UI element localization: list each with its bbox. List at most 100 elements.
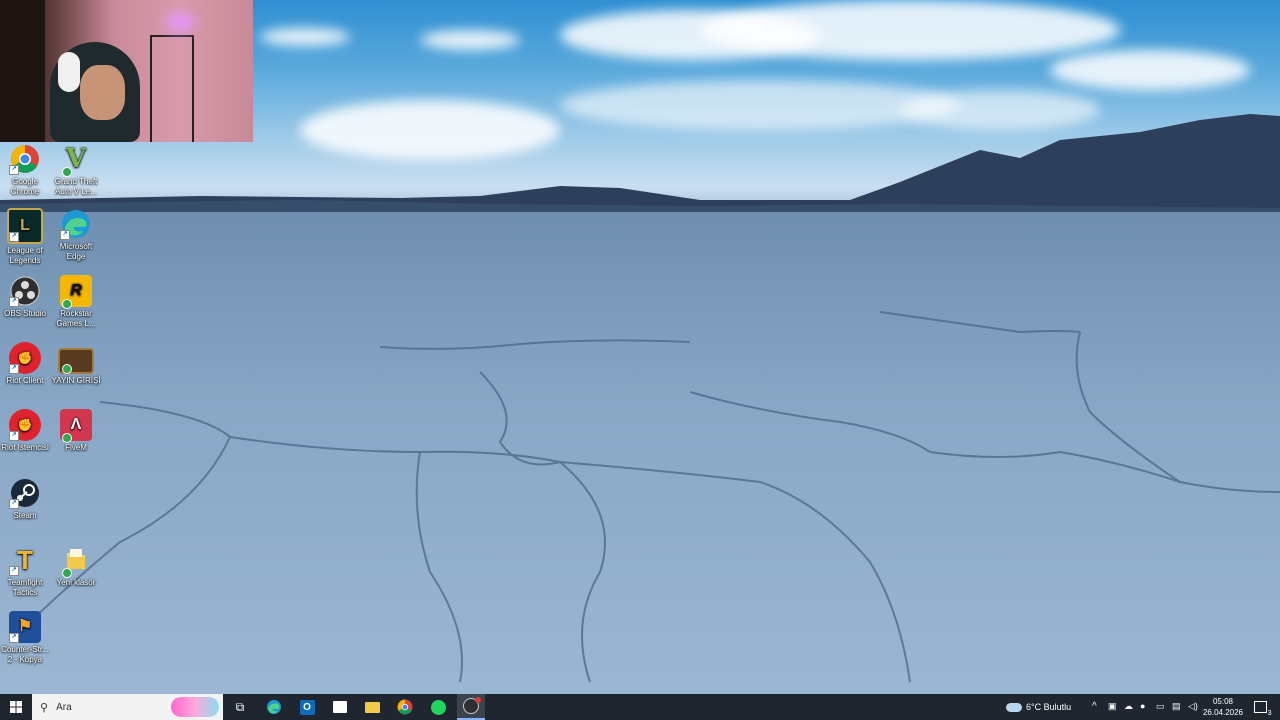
- task-view-button[interactable]: ⧉: [228, 694, 252, 720]
- desktop-icon-obs-studio[interactable]: ↗ OBS Studio: [0, 275, 50, 319]
- onedrive-cloud-icon[interactable]: ☁: [1124, 701, 1133, 712]
- riot-fist-icon: ✊ ↗: [9, 342, 41, 374]
- icon-label: OBS Studio: [4, 309, 46, 318]
- clock-time: 05:08: [1212, 697, 1234, 706]
- shortcut-arrow-icon: ↗: [60, 230, 70, 240]
- headphones-icon: [58, 52, 80, 92]
- shortcut-arrow-icon: ↗: [9, 633, 19, 643]
- chrome-icon: ↗: [9, 143, 41, 175]
- network-icon[interactable]: ▤: [1172, 701, 1181, 712]
- treasure-chest-icon: [58, 348, 94, 374]
- task-view-icon: ⧉: [235, 699, 245, 714]
- icon-label: FiveM: [65, 443, 87, 452]
- weather-icon[interactable]: [1004, 694, 1024, 720]
- search-placeholder: Ara: [56, 701, 72, 713]
- desktop-icon-league-of-legends[interactable]: L ↗ League of Legends: [0, 208, 50, 266]
- desktop-icon-fivem[interactable]: Λ FiveM: [51, 409, 101, 453]
- desktop-icon-steam[interactable]: ↗ Steam: [0, 477, 50, 521]
- person-face: [80, 65, 125, 120]
- gta-v-icon: V: [60, 143, 92, 177]
- salt-flat: [0, 212, 1280, 694]
- icon-label: Grand Theft Auto V Le...: [54, 177, 98, 196]
- clock-date: 26.04.2026: [1202, 708, 1244, 717]
- icon-label: Steam: [13, 511, 37, 520]
- shelf: [150, 35, 194, 142]
- taskbar-edge-button[interactable]: [262, 694, 286, 720]
- league-of-legends-icon: L ↗: [7, 208, 43, 244]
- search-icon: ⚲: [40, 701, 49, 714]
- notification-center-button[interactable]: 3: [1250, 694, 1272, 720]
- teamfight-tactics-icon: T ↗: [9, 544, 41, 576]
- icon-label: League of Legends: [7, 246, 43, 265]
- taskbar-outlook-button[interactable]: O: [295, 694, 319, 720]
- taskbar-chrome-button[interactable]: [393, 694, 417, 720]
- desktop-icon-riot-client[interactable]: ✊ ↗ Riot Client: [0, 342, 50, 386]
- notification-count: 3: [1267, 710, 1272, 717]
- shortcut-arrow-icon: ↗: [9, 364, 19, 374]
- taskbar-file-explorer-button[interactable]: [360, 694, 384, 720]
- rockstar-icon: R: [60, 275, 92, 309]
- icon-label: Google Chrome: [10, 177, 40, 196]
- desktop-icon-teamfight-tactics[interactable]: T ↗ Teamfight Tactics: [0, 544, 50, 598]
- dark-wall: [0, 0, 45, 142]
- taskbar-spotify-button[interactable]: [426, 694, 450, 720]
- sync-check-icon: [62, 568, 72, 578]
- outlook-icon: O: [299, 699, 315, 715]
- obs-icon: ↗: [9, 275, 41, 307]
- lamp-glow: [165, 12, 195, 32]
- icon-label: Teamfight Tactics: [7, 578, 43, 597]
- sync-check-icon: [62, 364, 72, 374]
- icon-label: Counter-Str... 2 - Kopya: [1, 645, 49, 664]
- tray-app-icon[interactable]: ▣: [1108, 701, 1117, 712]
- taskbar-store-button[interactable]: [328, 694, 352, 720]
- fivem-icon: Λ: [60, 409, 92, 443]
- desktop-icon-google-chrome[interactable]: ↗ Google Chrome: [0, 143, 50, 197]
- edge-icon: [267, 700, 281, 714]
- icon-label: Riot İstemcisi: [1, 443, 49, 452]
- edge-icon: ↗: [60, 208, 92, 240]
- display-icon[interactable]: ▭: [1156, 701, 1165, 712]
- icon-label: Yeni klasör: [56, 578, 96, 587]
- shortcut-arrow-icon: ↗: [9, 499, 19, 509]
- sync-check-icon: [62, 299, 72, 309]
- windows-icon: [10, 701, 22, 713]
- icon-label: Microsoft Edge: [59, 242, 93, 261]
- desktop-icon-rockstar-games[interactable]: R Rockstar Games L...: [51, 275, 101, 329]
- volume-icon[interactable]: ◁): [1188, 701, 1198, 712]
- search-highlight-icon: [171, 697, 219, 717]
- start-button[interactable]: [4, 694, 28, 720]
- spotify-icon: [430, 699, 446, 715]
- store-icon: [333, 701, 347, 713]
- icon-label: YAYIN GİRİŞİ: [51, 376, 101, 385]
- desktop-icon-yeni-klasor[interactable]: Yeni klasör: [51, 544, 101, 588]
- microphone-icon[interactable]: ●: [1140, 701, 1145, 711]
- folder-icon: [60, 544, 92, 578]
- icon-label: Rockstar Games L...: [56, 309, 96, 328]
- folder-icon: [364, 701, 380, 713]
- desktop-icon-riot-istemcisi[interactable]: ✊ ↗ Riot İstemcisi: [0, 409, 50, 453]
- weather-text[interactable]: 6°C Bulutlu: [1026, 702, 1071, 712]
- shortcut-arrow-icon: ↗: [9, 566, 19, 576]
- desktop-icon-counter-strike-2[interactable]: ⚑ ↗ Counter-Str... 2 - Kopya: [0, 611, 50, 665]
- shortcut-arrow-icon: ↗: [9, 232, 19, 242]
- desktop-icon-gta-v[interactable]: V Grand Theft Auto V Le...: [51, 143, 101, 197]
- taskbar-search-box[interactable]: ⚲ Ara: [32, 694, 223, 720]
- desktop-icon-microsoft-edge[interactable]: ↗ Microsoft Edge: [51, 208, 101, 262]
- shortcut-arrow-icon: ↗: [9, 165, 19, 175]
- notification-icon: 3: [1253, 701, 1272, 717]
- desktop-icon-yayin-girisi[interactable]: YAYIN GİRİŞİ: [51, 342, 101, 386]
- shortcut-arrow-icon: ↗: [9, 297, 19, 307]
- sync-check-icon: [62, 167, 72, 177]
- icon-label: Riot Client: [6, 376, 44, 385]
- shortcut-arrow-icon: ↗: [9, 431, 19, 441]
- cloud-icon: [1006, 702, 1022, 712]
- obs-icon: [463, 697, 481, 714]
- riot-fist-icon: ✊ ↗: [9, 409, 41, 441]
- taskbar: ⚲ Ara ⧉ O 6°C Bulutlu ^ ▣ ☁ ● ▭ ▤ ◁) 05:…: [0, 694, 1280, 720]
- steam-icon: ↗: [9, 477, 41, 509]
- clock[interactable]: 05:08 26.04.2026: [1200, 696, 1246, 718]
- taskbar-obs-button[interactable]: [457, 694, 485, 720]
- webcam-overlay: [0, 0, 253, 142]
- show-hidden-icons-chevron-icon[interactable]: ^: [1092, 701, 1097, 712]
- chrome-icon: [397, 699, 413, 715]
